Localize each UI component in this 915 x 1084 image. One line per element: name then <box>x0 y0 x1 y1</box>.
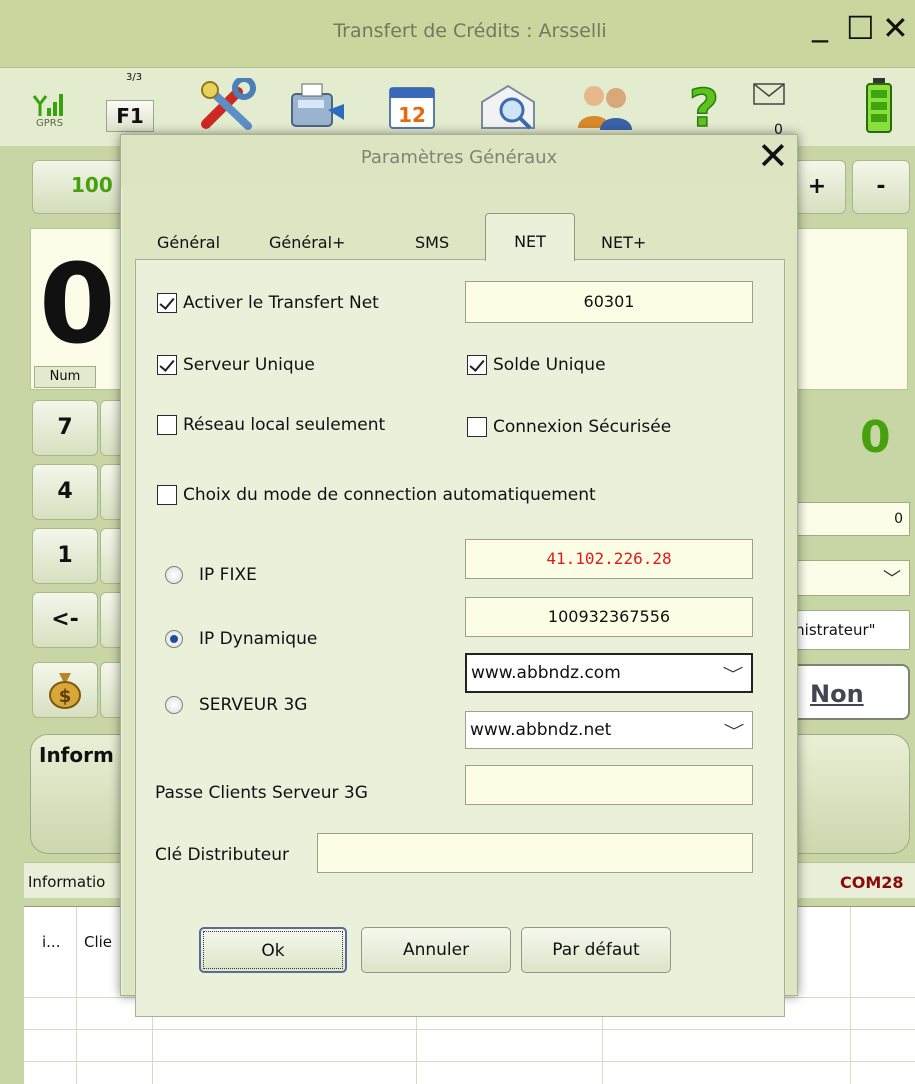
server-combo-primary[interactable]: www.abbndz.com ﹀ <box>465 653 753 693</box>
ip-dynamique-field[interactable]: 100932367556 <box>465 597 753 637</box>
choix-mode-connection-checkbox[interactable]: Choix du mode de connection automatiquem… <box>157 485 596 505</box>
reseau-local-checkbox[interactable]: Réseau local seulement <box>157 415 385 435</box>
svg-text:12: 12 <box>398 103 426 127</box>
checkbox-box[interactable] <box>467 417 487 437</box>
amount-display-value: 0 <box>39 240 116 368</box>
server-combo-primary-value: www.abbndz.com <box>471 663 621 683</box>
calendar-icon[interactable]: 12 <box>386 80 438 136</box>
checkbox-label: Serveur Unique <box>183 355 315 375</box>
status-info-text: Informatio <box>28 873 106 891</box>
tab-net[interactable]: NET <box>485 213 575 261</box>
grid-row-line <box>24 1061 915 1062</box>
par-defaut-button[interactable]: Par défaut <box>521 927 671 973</box>
radio-button[interactable] <box>165 696 183 714</box>
ok-button[interactable]: Ok <box>199 927 347 973</box>
counter-field[interactable]: 0 <box>790 502 910 536</box>
grid-divider <box>850 907 851 1084</box>
passe-clients-label: Passe Clients Serveur 3G <box>155 783 368 803</box>
keypad-backspace[interactable]: <- <box>32 592 98 648</box>
close-window-button[interactable]: ✕ <box>882 12 909 44</box>
money-bag-button[interactable]: $ <box>32 662 98 718</box>
checkbox-label: Activer le Transfert Net <box>183 293 379 313</box>
right-display-panel <box>790 228 908 390</box>
dialog-title: Paramètres Généraux <box>360 147 558 168</box>
checkbox-label: Connexion Sécurisée <box>493 417 672 437</box>
card-terminal-icon[interactable] <box>288 80 348 136</box>
tab-sms[interactable]: SMS <box>415 233 449 252</box>
grid-divider <box>76 907 77 1084</box>
users-icon[interactable] <box>574 80 636 136</box>
checkbox-label: Choix du mode de connection automatiquem… <box>183 485 596 505</box>
keypad-7[interactable]: 7 <box>32 400 98 456</box>
balance-value: 0 <box>860 412 891 463</box>
svg-text:?: ? <box>689 79 719 134</box>
chevron-down-icon[interactable]: ﹀ <box>724 718 745 742</box>
non-button-label: Non <box>810 680 864 708</box>
grid-header-id[interactable]: i... <box>42 933 60 951</box>
checkbox-box[interactable] <box>157 415 177 435</box>
radio-button[interactable] <box>165 630 183 648</box>
tab-net-plus[interactable]: NET+ <box>601 233 646 252</box>
tools-icon[interactable] <box>198 76 260 136</box>
svg-text:$: $ <box>59 686 72 707</box>
signal-strength-icon: GPRS <box>32 90 80 130</box>
checkbox-box[interactable] <box>157 485 177 505</box>
sim-selector[interactable]: 3/3 F1 <box>104 72 156 134</box>
help-icon[interactable]: ? <box>676 78 732 140</box>
mail-search-icon[interactable] <box>478 80 538 136</box>
information-label: Inform <box>39 743 114 767</box>
checkbox-label: Réseau local seulement <box>183 415 386 435</box>
main-title-bar: Transfert de Crédits : Arsselli _ ☐ ✕ <box>0 0 915 68</box>
radio-label: IP FIXE <box>199 565 257 585</box>
tab-general[interactable]: Général <box>157 233 220 252</box>
keypad-1[interactable]: 1 <box>32 528 98 584</box>
non-button[interactable]: Non <box>790 664 910 720</box>
battery-icon <box>864 76 894 138</box>
radio-label: IP Dynamique <box>199 629 318 649</box>
server-combo-secondary-value: www.abbndz.net <box>470 720 612 740</box>
tab-general-plus[interactable]: Général+ <box>269 233 345 252</box>
dialog-title-bar: Paramètres Généraux ✕ <box>121 135 797 187</box>
sim-fraction: 3/3 <box>126 72 143 83</box>
f1-key[interactable]: F1 <box>106 100 154 132</box>
chevron-down-icon: ﹀ <box>883 569 901 590</box>
money-bag-icon: $ <box>49 673 81 709</box>
dialog-close-icon[interactable]: ✕ <box>757 137 789 175</box>
operator-combo[interactable]: ﹀ <box>790 560 910 596</box>
checkbox-label: Solde Unique <box>493 355 606 375</box>
passe-clients-field[interactable] <box>465 765 753 805</box>
serveur-unique-checkbox[interactable]: Serveur Unique <box>157 355 315 375</box>
chevron-down-icon[interactable]: ﹀ <box>723 661 744 685</box>
keypad-4[interactable]: 4 <box>32 464 98 520</box>
checkbox-box[interactable] <box>467 355 487 375</box>
transfert-net-port-field[interactable]: 60301 <box>465 281 753 323</box>
grid-row-line <box>24 1029 915 1030</box>
checkbox-box[interactable] <box>157 293 177 313</box>
main-window-title: Transfert de Crédits : Arsselli <box>333 20 607 42</box>
com-port-label: COM28 <box>840 873 904 892</box>
messages-icon[interactable]: 0 <box>752 82 788 138</box>
serveur-3g-radio[interactable]: SERVEUR 3G <box>165 695 307 715</box>
connexion-securisee-checkbox[interactable]: Connexion Sécurisée <box>467 417 671 437</box>
checkbox-box[interactable] <box>157 355 177 375</box>
minus-button[interactable]: - <box>852 160 910 214</box>
radio-button[interactable] <box>165 566 183 584</box>
ip-dynamique-radio[interactable]: IP Dynamique <box>165 629 317 649</box>
gprs-label: GPRS <box>36 118 64 129</box>
cle-distributeur-field[interactable] <box>317 833 753 873</box>
cle-distributeur-label: Clé Distributeur <box>155 845 289 865</box>
radio-label: SERVEUR 3G <box>199 695 308 715</box>
ip-fixe-field[interactable]: 41.102.226.28 <box>465 539 753 579</box>
activer-transfert-net-checkbox[interactable]: Activer le Transfert Net <box>157 293 379 313</box>
maximize-button[interactable]: ☐ <box>846 12 875 44</box>
num-lock-badge: Num <box>34 366 96 388</box>
user-field[interactable]: inistrateur" <box>790 610 910 650</box>
grid-header-client[interactable]: Clie <box>84 933 112 951</box>
server-combo-secondary[interactable]: www.abbndz.net ﹀ <box>465 711 753 749</box>
settings-dialog: Paramètres Généraux ✕ Général Général+ S… <box>120 134 798 1017</box>
annuler-button[interactable]: Annuler <box>361 927 511 973</box>
minimize-button[interactable]: _ <box>812 8 828 40</box>
ip-fixe-radio[interactable]: IP FIXE <box>165 565 257 585</box>
solde-unique-checkbox[interactable]: Solde Unique <box>467 355 606 375</box>
